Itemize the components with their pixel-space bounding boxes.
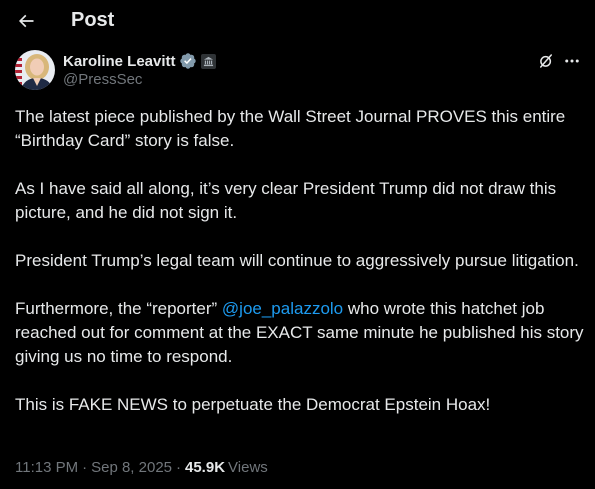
grok-button[interactable] bbox=[535, 50, 557, 72]
back-button[interactable] bbox=[10, 5, 42, 37]
post-paragraph: The latest piece published by the Wall S… bbox=[15, 107, 566, 150]
more-icon bbox=[565, 59, 579, 63]
post-paragraph: As I have said all along, it’s very clea… bbox=[15, 179, 557, 222]
views-count[interactable]: 45.9K bbox=[185, 459, 225, 476]
page-title: Post bbox=[71, 9, 115, 31]
post-paragraph: President Trump’s legal team will contin… bbox=[15, 251, 579, 270]
author-display-name[interactable]: Karoline Leavitt bbox=[63, 53, 176, 70]
views-label: Views bbox=[228, 459, 268, 476]
post-paragraph: This is FAKE NEWS to perpetuate the Demo… bbox=[15, 395, 491, 414]
separator: · bbox=[82, 459, 88, 476]
post-paragraph: Furthermore, the “reporter” @joe_palazzo… bbox=[15, 297, 585, 369]
post-text-segment: Furthermore, the “reporter” bbox=[15, 299, 222, 318]
arrow-left-icon bbox=[18, 14, 34, 28]
avatar-image bbox=[15, 50, 55, 90]
more-button[interactable] bbox=[560, 50, 584, 72]
top-bar: Post bbox=[0, 0, 595, 42]
separator: · bbox=[176, 459, 181, 476]
avatar[interactable] bbox=[15, 50, 55, 90]
post-time[interactable]: 11:13 PM bbox=[15, 459, 78, 476]
author-handle[interactable]: @PressSec bbox=[63, 71, 142, 88]
post-text: The latest piece published by the Wall S… bbox=[15, 105, 585, 441]
author-name-row: Karoline Leavitt bbox=[63, 51, 216, 71]
government-affiliation-icon[interactable] bbox=[200, 53, 216, 69]
mention-link[interactable]: @joe_palazzolo bbox=[222, 299, 343, 318]
post-date[interactable]: Sep 8, 2025 bbox=[91, 459, 172, 476]
grok-icon bbox=[540, 54, 552, 68]
post-metadata: 11:13 PM · Sep 8, 2025 · 45.9K Views bbox=[15, 459, 268, 476]
verified-badge-icon[interactable] bbox=[179, 52, 197, 70]
